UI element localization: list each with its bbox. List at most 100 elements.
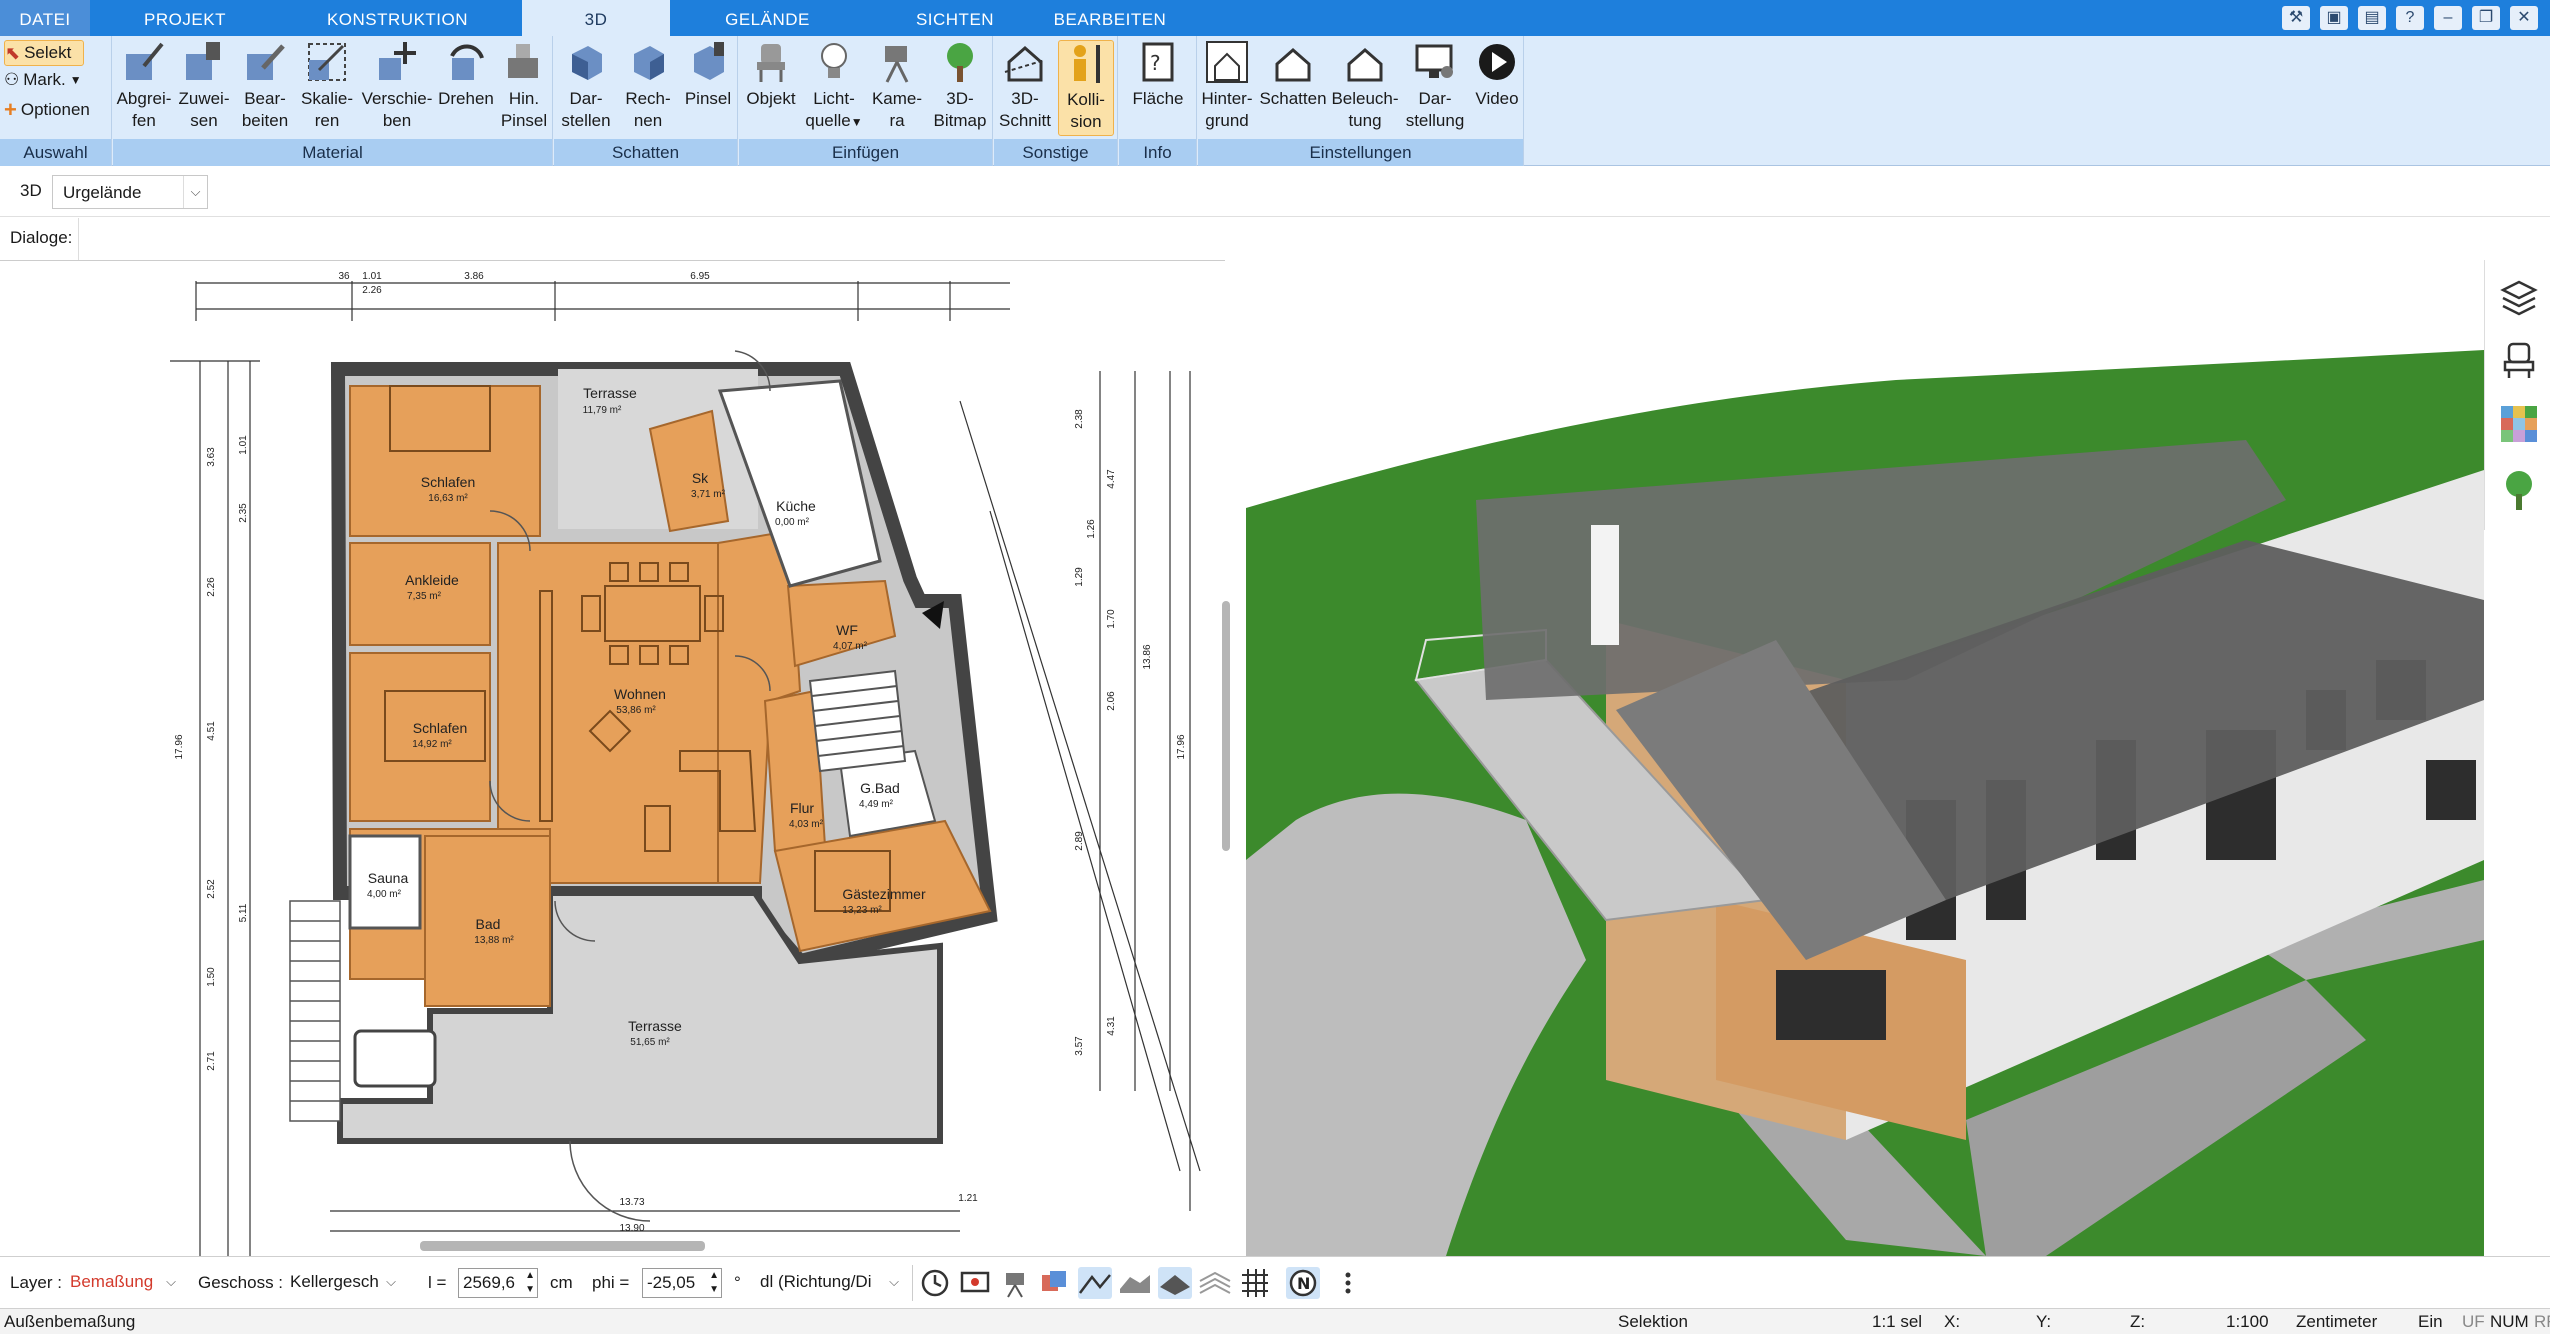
hin-pinsel-button[interactable]: Hin. Pinsel	[497, 40, 551, 132]
bearbeiten-button[interactable]: Bear-beiten	[235, 40, 295, 132]
svg-text:2.71: 2.71	[206, 1051, 217, 1071]
more-options-icon[interactable]	[1338, 1267, 1358, 1299]
floor-plan-canvas[interactable]: Terrasse 11,79 m² Schlafen 16,63 m² Sk 3…	[0, 261, 1225, 1256]
material-palette-icon[interactable]	[2499, 404, 2539, 444]
terrain-line-icon[interactable]	[1078, 1267, 1112, 1299]
rechnen-button[interactable]: Rech-nen	[618, 40, 678, 132]
lichtquelle-button[interactable]: Licht-quelle▼	[803, 40, 865, 133]
shadow-cube-icon	[564, 40, 608, 84]
skalieren-button[interactable]: Skalie-ren	[297, 40, 357, 132]
darstellen-button[interactable]: Dar-stellen	[556, 40, 616, 132]
terrain-fill-icon[interactable]	[1158, 1267, 1192, 1299]
geschoss-select[interactable]: Kellergesch ⌵	[286, 1268, 398, 1298]
phi-input[interactable]: -25,05 ▲ ▼	[642, 1268, 722, 1298]
abgreifen-button[interactable]: Abgrei-fen	[115, 40, 173, 132]
status-hint: Außenbemaßung	[4, 1312, 136, 1331]
spinner-icon[interactable]: ▲ ▼	[709, 1269, 719, 1297]
vertical-scrollbar[interactable]	[1222, 601, 1230, 851]
tab-sichten[interactable]: SICHTEN	[900, 0, 1010, 36]
folder-icon[interactable]: ▤	[2358, 6, 2386, 30]
optionen-button[interactable]: + Optionen	[4, 98, 90, 122]
window-icon[interactable]: ▣	[2320, 6, 2348, 30]
phi-label: phi =	[592, 1273, 630, 1292]
length-input[interactable]: 2569,6 ▲ ▼	[458, 1268, 538, 1298]
north-compass-icon[interactable]: N	[1286, 1267, 1320, 1299]
chevron-down-icon: ▼	[850, 115, 863, 129]
tab-konstruktion[interactable]: KONSTRUKTION	[320, 0, 475, 36]
room-area-wf: 4,07 m²	[833, 641, 868, 652]
layers-icon[interactable]	[2499, 276, 2539, 316]
plant-icon[interactable]	[2499, 468, 2539, 512]
svg-text:N: N	[1297, 1274, 1310, 1293]
svg-text:3.86: 3.86	[464, 271, 484, 282]
mark-button[interactable]: ⚇ Mark. ▼	[4, 68, 82, 92]
schatten-einstellung-button[interactable]: Schatten	[1258, 40, 1328, 110]
3d-bitmap-button[interactable]: 3D- Bitmap	[929, 40, 991, 132]
3d-schnitt-button[interactable]: 3D- Schnitt	[996, 40, 1054, 132]
svg-text:1.01: 1.01	[238, 435, 249, 455]
camera-view-icon[interactable]	[998, 1267, 1032, 1299]
tools-icon[interactable]: ⚒	[2282, 6, 2310, 30]
darstellung-button[interactable]: Dar-stellung	[1402, 40, 1468, 132]
eyedropper-cube-icon	[122, 40, 166, 84]
clock-icon[interactable]	[918, 1267, 952, 1299]
dialog-row: Dialoge:	[0, 218, 2550, 260]
dl-select[interactable]: dl (Richtung/Di ⌵	[756, 1268, 901, 1298]
kamera-button[interactable]: Kame-ra	[867, 40, 927, 132]
tab-projekt[interactable]: PROJEKT	[120, 0, 250, 36]
svg-text:1.50: 1.50	[206, 967, 217, 987]
tab-bearbeiten[interactable]: BEARBEITEN	[1045, 0, 1175, 36]
svg-text:17.96: 17.96	[174, 734, 185, 759]
schatten-pinsel-button[interactable]: Pinsel	[680, 40, 736, 110]
compute-cube-icon	[626, 40, 670, 84]
svg-text:13.86: 13.86	[1142, 644, 1153, 669]
room-label-wf: WF	[836, 622, 858, 638]
zuweisen-button[interactable]: Zuwei-sen	[175, 40, 233, 132]
chevron-down-icon: ⌵	[183, 176, 207, 208]
tab-gelaende[interactable]: GELÄNDE	[710, 0, 825, 36]
terrain-view-select[interactable]: Urgelände ⌵	[52, 175, 208, 209]
monitor-icon[interactable]	[958, 1267, 992, 1299]
video-button[interactable]: Video	[1470, 40, 1524, 110]
tab-datei[interactable]: DATEI	[0, 0, 90, 36]
brush-icon	[502, 40, 546, 84]
beleuchtung-button[interactable]: Beleuch-tung	[1330, 40, 1400, 132]
minimize-icon[interactable]: –	[2434, 6, 2462, 30]
terrain-layers-icon[interactable]	[1198, 1267, 1232, 1299]
tab-3d[interactable]: 3D	[522, 0, 670, 36]
room-area-sk: 3,71 m²	[691, 489, 726, 500]
hintergrund-button[interactable]: Hinter-grund	[1198, 40, 1256, 132]
room-area-schlafen-1: 16,63 m²	[428, 493, 468, 504]
help-icon[interactable]: ?	[2396, 6, 2424, 30]
room-label-schlafen-2: Schlafen	[413, 720, 467, 736]
plus-icon: +	[4, 97, 17, 122]
chair-object-icon[interactable]	[2499, 340, 2539, 380]
kollision-button[interactable]: Kolli-sion	[1058, 40, 1114, 136]
floor-plan-view[interactable]: Terrasse 11,79 m² Schlafen 16,63 m² Sk 3…	[0, 260, 1230, 1256]
grid-icon[interactable]	[1238, 1267, 1272, 1299]
svg-text:2.35: 2.35	[238, 503, 249, 523]
svg-text:36: 36	[338, 271, 350, 282]
restore-icon[interactable]: ❐	[2472, 6, 2500, 30]
selekt-button[interactable]: ⬉ Selekt	[4, 40, 84, 66]
horizontal-scrollbar[interactable]	[420, 1241, 705, 1251]
spinner-icon[interactable]: ▲ ▼	[525, 1269, 535, 1297]
objekt-button[interactable]: Objekt	[741, 40, 801, 110]
terrain-mesh-icon[interactable]	[1118, 1267, 1152, 1299]
verschieben-button[interactable]: Verschie-ben	[359, 40, 435, 132]
svg-text:1.21: 1.21	[958, 1193, 978, 1204]
layer-select[interactable]: Bemaßung ⌵	[66, 1268, 178, 1298]
3d-view[interactable]	[1246, 260, 2484, 1256]
chimney	[1591, 525, 1619, 645]
chair-icon	[749, 40, 793, 84]
svg-text:6.95: 6.95	[690, 271, 710, 282]
3d-render-canvas[interactable]	[1246, 260, 2484, 1256]
monitor-settings-icon	[1413, 40, 1457, 84]
room-label-terrasse-lower: Terrasse	[628, 1018, 682, 1034]
flaeche-button[interactable]: ? Fläche	[1123, 40, 1193, 110]
layers-color-icon[interactable]	[1038, 1267, 1072, 1299]
svg-text:?: ?	[1150, 51, 1161, 75]
close-icon[interactable]: ✕	[2510, 6, 2538, 30]
room-label-sauna: Sauna	[368, 870, 409, 886]
drehen-button[interactable]: Drehen	[437, 40, 495, 110]
